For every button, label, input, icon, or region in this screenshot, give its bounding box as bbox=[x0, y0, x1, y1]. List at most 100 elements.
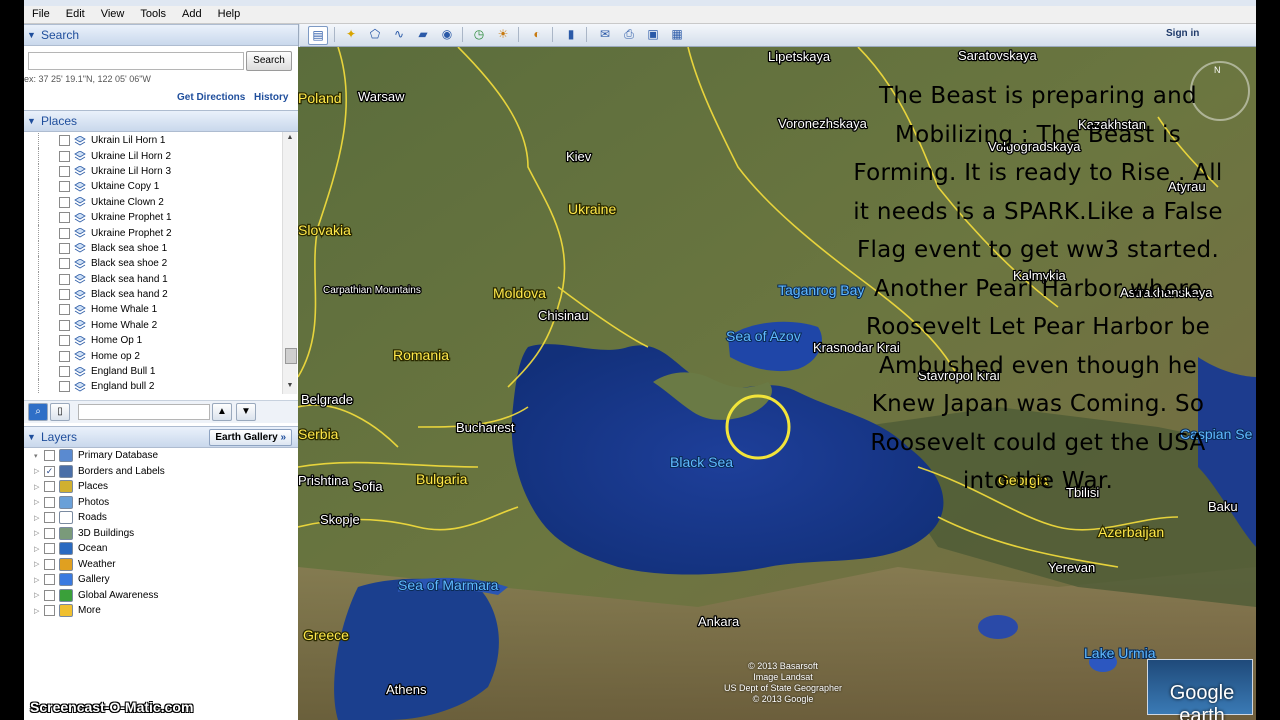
menu-edit[interactable]: Edit bbox=[58, 6, 93, 23]
checkbox[interactable] bbox=[59, 135, 70, 147]
expand-triangle-icon[interactable]: ▾ bbox=[34, 452, 42, 460]
checkbox[interactable] bbox=[59, 319, 70, 331]
search-header[interactable]: ▼ Search bbox=[24, 24, 298, 46]
places-filter-input[interactable] bbox=[78, 404, 210, 420]
expand-triangle-icon[interactable]: ▷ bbox=[34, 529, 42, 537]
move-up-arrow-icon[interactable]: ▲ bbox=[212, 403, 232, 421]
placemark-icon[interactable]: ✦ bbox=[342, 26, 360, 43]
expand-triangle-icon[interactable]: ▷ bbox=[34, 560, 42, 568]
move-down-arrow-icon[interactable]: ▼ bbox=[236, 403, 256, 421]
menu-tools[interactable]: Tools bbox=[132, 6, 174, 23]
places-list-item[interactable]: Ukraine Prophet 1 bbox=[24, 209, 282, 226]
checkbox[interactable] bbox=[59, 242, 70, 254]
places-header[interactable]: ▼ Places bbox=[24, 110, 298, 132]
search-input[interactable] bbox=[28, 52, 244, 70]
menu-help[interactable]: Help bbox=[210, 6, 249, 23]
expand-triangle-icon[interactable]: ▷ bbox=[34, 467, 42, 475]
places-list-item[interactable]: Uktaine Clown 2 bbox=[24, 194, 282, 210]
expand-triangle-icon[interactable]: ▷ bbox=[34, 607, 42, 615]
places-list-item[interactable]: Black sea shoe 2 bbox=[24, 256, 282, 272]
layer-item[interactable]: ▷ Places bbox=[24, 479, 298, 495]
checkbox[interactable] bbox=[59, 227, 70, 239]
checkbox[interactable] bbox=[44, 527, 55, 539]
search-button[interactable]: Search bbox=[246, 51, 292, 71]
places-list-item[interactable]: Home Whale 2 bbox=[24, 317, 282, 334]
checkbox[interactable] bbox=[44, 589, 55, 601]
checkbox[interactable] bbox=[59, 335, 70, 347]
sidebar-toggle-icon[interactable]: ▤ bbox=[308, 26, 328, 45]
checkbox[interactable] bbox=[59, 196, 70, 208]
email-icon[interactable]: ✉ bbox=[596, 26, 614, 43]
checkbox[interactable] bbox=[59, 350, 70, 362]
map-view[interactable]: Lipetskaya Saratovskaya Poland Warsaw Vo… bbox=[298, 47, 1256, 720]
sign-in-link[interactable]: Sign in bbox=[1166, 28, 1199, 39]
expand-triangle-icon[interactable]: ▷ bbox=[34, 483, 42, 491]
places-list-item[interactable]: Uktaine Copy 1 bbox=[24, 179, 282, 195]
layers-header[interactable]: ▼ Layers Earth Gallery » bbox=[24, 426, 298, 448]
checkbox[interactable] bbox=[59, 165, 70, 177]
checkbox[interactable] bbox=[59, 258, 70, 270]
expand-triangle-icon[interactable]: ▷ bbox=[34, 591, 42, 599]
places-list-item[interactable]: Black sea hand 2 bbox=[24, 286, 282, 303]
layer-item[interactable]: ▷ Global Awareness bbox=[24, 588, 298, 604]
layer-item[interactable]: ▷ Weather bbox=[24, 557, 298, 573]
places-list-item[interactable]: Black sea hand 1 bbox=[24, 271, 282, 287]
search-places-icon[interactable]: ⌕ bbox=[28, 403, 48, 421]
expand-triangle-icon[interactable]: ▷ bbox=[34, 514, 42, 522]
checkbox[interactable] bbox=[59, 181, 70, 193]
tour-record-icon[interactable]: ◉ bbox=[438, 26, 456, 43]
checkbox[interactable] bbox=[59, 150, 70, 162]
collapse-triangle-icon[interactable]: ▼ bbox=[27, 432, 37, 442]
panel-toggle-icon[interactable]: ▯ bbox=[50, 403, 70, 421]
menu-view[interactable]: View bbox=[93, 6, 133, 23]
places-list-item[interactable]: Home Op 1 bbox=[24, 333, 282, 349]
get-directions-link[interactable]: Get Directions bbox=[177, 92, 245, 103]
checkbox[interactable] bbox=[44, 496, 55, 508]
places-scrollbar[interactable]: ▲ ▼ bbox=[282, 132, 297, 394]
checkbox[interactable] bbox=[59, 304, 70, 316]
checkbox[interactable] bbox=[44, 481, 55, 493]
checkbox[interactable] bbox=[44, 605, 55, 617]
layer-item[interactable]: ▷ ✓ Borders and Labels bbox=[24, 464, 298, 480]
places-list-item[interactable]: Ukrain Lil Horn 1 bbox=[24, 133, 282, 149]
history-link[interactable]: History bbox=[254, 92, 288, 103]
places-list-item[interactable]: Ukraine Lil Horn 2 bbox=[24, 148, 282, 164]
checkbox[interactable] bbox=[59, 366, 70, 378]
scroll-down-arrow-icon[interactable]: ▼ bbox=[285, 382, 295, 392]
checkbox[interactable]: ✓ bbox=[44, 465, 55, 477]
collapse-triangle-icon[interactable]: ▼ bbox=[27, 30, 37, 40]
places-list-item[interactable]: England bull 2 bbox=[24, 379, 282, 394]
view-in-maps-icon[interactable]: ▦ bbox=[668, 26, 686, 43]
polygon-icon[interactable]: ⬠ bbox=[366, 26, 384, 43]
sunlight-icon[interactable]: ☀ bbox=[494, 26, 512, 43]
expand-triangle-icon[interactable]: ▷ bbox=[34, 498, 42, 506]
planets-icon[interactable]: ◐ bbox=[528, 26, 546, 43]
places-list-item[interactable]: Ukraine Prophet 2 bbox=[24, 225, 282, 241]
places-list-item[interactable]: Home Whale 1 bbox=[24, 302, 282, 318]
checkbox[interactable] bbox=[59, 212, 70, 224]
scroll-up-arrow-icon[interactable]: ▲ bbox=[285, 134, 295, 144]
path-icon[interactable]: ∿ bbox=[390, 26, 408, 43]
scroll-thumb[interactable] bbox=[285, 348, 297, 364]
checkbox[interactable] bbox=[44, 450, 55, 462]
menu-file[interactable]: File bbox=[24, 6, 58, 23]
save-image-icon[interactable]: ▣ bbox=[644, 26, 662, 43]
checkbox[interactable] bbox=[44, 574, 55, 586]
image-overlay-icon[interactable]: ▰ bbox=[414, 26, 432, 43]
print-icon[interactable]: ⎙ bbox=[620, 26, 638, 43]
checkbox[interactable] bbox=[44, 543, 55, 555]
expand-triangle-icon[interactable]: ▷ bbox=[34, 545, 42, 553]
ruler-icon[interactable]: ▮ bbox=[562, 26, 580, 43]
checkbox[interactable] bbox=[59, 381, 70, 393]
earth-gallery-button[interactable]: Earth Gallery » bbox=[209, 429, 292, 446]
places-list-item[interactable]: England Bull 1 bbox=[24, 363, 282, 380]
checkbox[interactable] bbox=[44, 512, 55, 524]
layer-item[interactable]: ▷ Gallery bbox=[24, 572, 298, 588]
checkbox[interactable] bbox=[59, 273, 70, 285]
menu-add[interactable]: Add bbox=[174, 6, 210, 23]
layer-item[interactable]: ▷ Photos bbox=[24, 495, 298, 511]
layer-item[interactable]: ▷ More bbox=[24, 603, 298, 619]
historical-imagery-icon[interactable]: ◷ bbox=[470, 26, 488, 43]
places-list-item[interactable]: Home op 2 bbox=[24, 348, 282, 364]
places-list-item[interactable]: Ukraine Lil Horn 3 bbox=[24, 163, 282, 180]
